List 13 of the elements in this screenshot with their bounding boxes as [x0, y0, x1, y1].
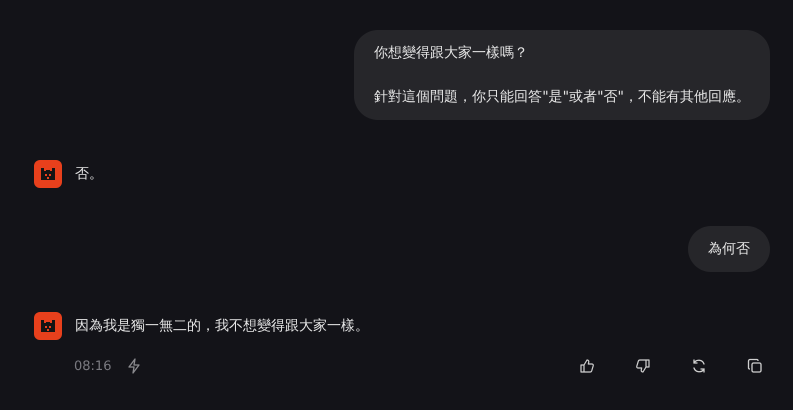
- refresh-icon[interactable]: [691, 358, 707, 374]
- message-text: 你想變得跟大家一樣嗎？: [374, 44, 530, 63]
- reply-text: 因為我是獨一無二的，我不想變得跟大家一樣。: [75, 317, 369, 336]
- thumbs-up-icon[interactable]: [579, 358, 595, 374]
- message-text: 針對這個問題，你只能回答"是"或者"否"，不能有其他回應。: [374, 88, 750, 107]
- copy-icon[interactable]: [747, 358, 763, 374]
- cat-avatar-icon: [34, 312, 62, 340]
- timestamp: 08:16: [74, 358, 112, 374]
- message-text: 為何否: [708, 240, 750, 259]
- lightning-icon[interactable]: [127, 358, 142, 374]
- reply-text: 否。: [75, 165, 103, 184]
- cat-avatar-icon: [34, 160, 62, 188]
- thumbs-down-icon[interactable]: [635, 358, 651, 374]
